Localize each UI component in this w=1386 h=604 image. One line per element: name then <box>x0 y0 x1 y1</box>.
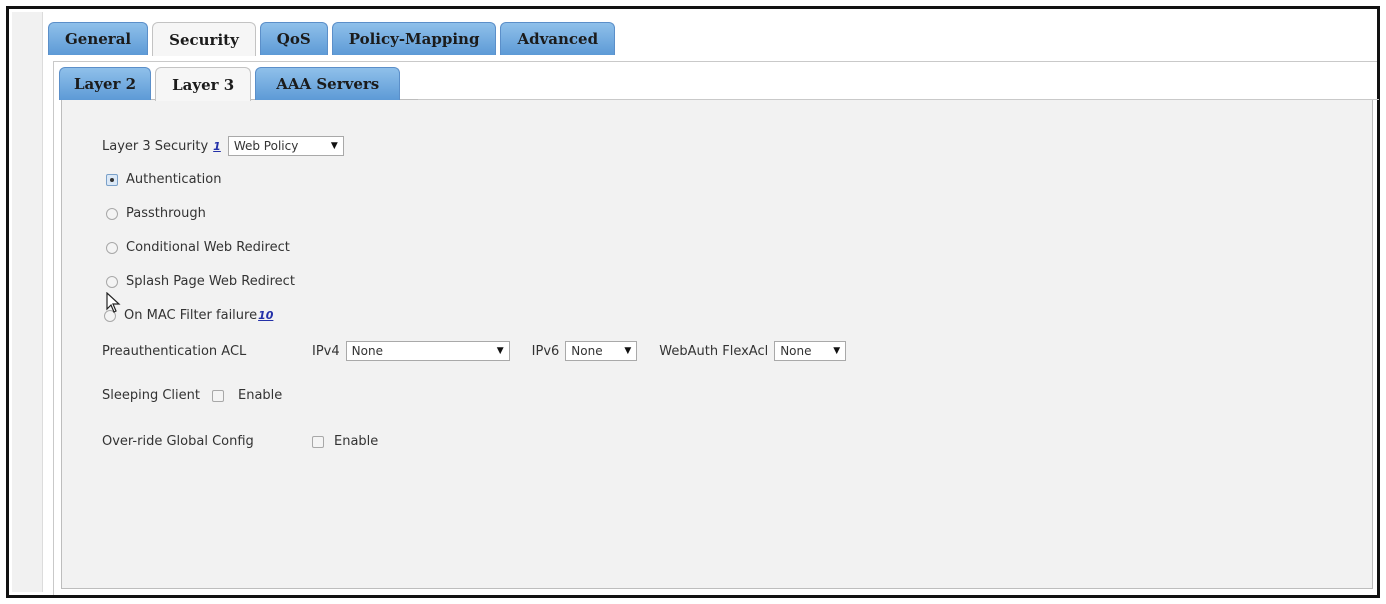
ipv4-acl-select[interactable]: None ▼ <box>345 341 510 361</box>
mouse-pointer-icon <box>106 292 121 313</box>
override-global-config-label: Over-ride Global Config <box>102 434 254 449</box>
main-tab-bar: General Security QoS Policy-Mapping Adva… <box>48 22 619 56</box>
tab-layer-2[interactable]: Layer 2 <box>59 67 152 100</box>
sleeping-client-label: Sleeping Client <box>102 388 200 403</box>
preauth-acl-row: Preauthentication ACL IPv4 None ▼ IPv6 N… <box>102 341 847 361</box>
webauth-flexacl-value: None <box>780 344 812 358</box>
conditional-web-redirect-label: Conditional Web Redirect <box>126 240 290 255</box>
chevron-down-icon: ▼ <box>496 346 504 356</box>
mac-filter-failure-label: On MAC Filter failure <box>124 308 258 323</box>
option-authentication[interactable]: Authentication <box>106 172 221 187</box>
layer3-security-row: Layer 3 Security 1 Web Policy ▼ <box>102 136 344 156</box>
tab-aaa-servers[interactable]: AAA Servers <box>255 67 401 100</box>
chevron-down-icon: ▼ <box>624 346 632 356</box>
override-global-config-row: Over-ride Global Config Enable <box>102 434 378 449</box>
chevron-down-icon: ▼ <box>833 346 841 356</box>
sub-tab-divider <box>418 99 1379 100</box>
option-splash-page-web-redirect[interactable]: Splash Page Web Redirect <box>106 274 295 289</box>
sub-tab-bar: Layer 2 Layer 3 AAA Servers <box>59 67 404 101</box>
tab-layer-3[interactable]: Layer 3 <box>155 67 252 101</box>
layer3-security-label: Layer 3 Security <box>102 138 209 154</box>
passthrough-radio[interactable] <box>106 207 118 220</box>
option-mac-filter-failure[interactable]: On MAC Filter failure 10 <box>104 308 273 323</box>
tab-security[interactable]: Security <box>152 22 256 56</box>
mac-filter-footnote-link[interactable]: 10 <box>258 309 273 322</box>
left-sidebar-strip <box>12 12 43 592</box>
ipv6-acl-select[interactable]: None ▼ <box>565 341 638 361</box>
layer3-security-footnote-link[interactable]: 1 <box>213 140 221 153</box>
tab-advanced[interactable]: Advanced <box>500 22 616 55</box>
chevron-down-icon: ▼ <box>330 141 338 151</box>
conditional-web-redirect-radio[interactable] <box>106 241 118 254</box>
ipv4-acl-value: None <box>351 344 383 358</box>
sleeping-client-row: Sleeping Client Enable <box>102 388 282 403</box>
layer3-security-select[interactable]: Web Policy ▼ <box>227 136 344 156</box>
webauth-flexacl-select[interactable]: None ▼ <box>774 341 847 361</box>
layer3-security-value: Web Policy <box>233 139 299 153</box>
authentication-label: Authentication <box>126 172 222 187</box>
splash-page-web-redirect-label: Splash Page Web Redirect <box>126 274 295 289</box>
webauth-flexacl-label: WebAuth FlexAcl <box>659 343 769 359</box>
option-conditional-web-redirect[interactable]: Conditional Web Redirect <box>106 240 290 255</box>
splash-page-web-redirect-radio[interactable] <box>106 275 118 288</box>
sleeping-client-enable-label: Enable <box>237 388 283 403</box>
ipv6-label: IPv6 <box>531 343 560 359</box>
override-enable-label: Enable <box>334 434 379 449</box>
tab-general[interactable]: General <box>48 22 149 55</box>
passthrough-label: Passthrough <box>126 206 206 221</box>
authentication-radio[interactable] <box>106 173 118 186</box>
ipv4-label: IPv4 <box>312 343 340 359</box>
preauth-acl-label: Preauthentication ACL <box>102 343 247 359</box>
tab-policy-mapping[interactable]: Policy-Mapping <box>331 22 497 55</box>
override-global-config-checkbox[interactable] <box>312 435 324 448</box>
ipv6-acl-value: None <box>571 344 603 358</box>
option-passthrough[interactable]: Passthrough <box>106 206 206 221</box>
sleeping-client-checkbox[interactable] <box>211 389 224 402</box>
tab-qos[interactable]: QoS <box>259 22 328 55</box>
